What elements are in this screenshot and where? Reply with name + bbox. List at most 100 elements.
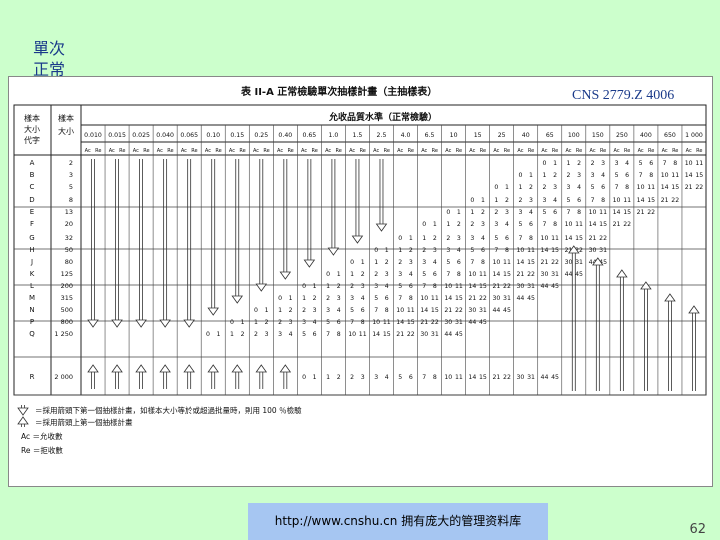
re-value: 15 [695, 172, 703, 179]
ac-value: 2 [542, 184, 546, 191]
ac-value: 7 [470, 259, 474, 266]
re-value: 8 [433, 283, 437, 290]
ac-value: 5 [494, 235, 498, 242]
ac-value: 7 [398, 295, 402, 302]
re-value: 1 [481, 197, 485, 204]
aql-value-label: 1.0 [328, 132, 338, 139]
row-size-label: 50 [65, 246, 73, 254]
ac-value: 44 [516, 295, 524, 302]
up-arrow-head [279, 364, 292, 373]
row-code-label: B [30, 171, 35, 179]
ac-value: 3 [278, 331, 282, 338]
ac-value: 0 [542, 160, 546, 167]
ac-value: 14 [565, 235, 573, 242]
footer-link[interactable]: http://www.cnshu.cn 拥有庞大的管理资料库 [248, 503, 548, 540]
row-code-label: J [30, 258, 33, 266]
re-value: 1 [265, 307, 269, 314]
aql-value-label: 400 [640, 132, 652, 139]
row-code-label: R [30, 373, 35, 381]
re-value: 15 [479, 374, 487, 381]
table-arrows [17, 159, 700, 427]
table-caption: 表 II-A 正常檢驗單次抽樣計畫（主抽樣表） [240, 85, 437, 98]
ac-value: 14 [492, 271, 500, 278]
row-code-label: C [30, 183, 35, 191]
ac-value: 3 [374, 283, 378, 290]
re-value: 15 [647, 197, 655, 204]
re-label: Re [672, 148, 678, 154]
re-value: 2 [289, 307, 293, 314]
up-arrow-head [640, 281, 652, 290]
ac-value: 30 [516, 374, 524, 381]
re-value: 1 [433, 221, 437, 228]
ac-value: 10 [516, 247, 524, 254]
re-value: 4 [385, 283, 389, 290]
ac-value: 2 [518, 197, 522, 204]
ac-value: 2 [494, 209, 498, 216]
ac-value: 1 [350, 271, 354, 278]
re-label: Re [624, 148, 630, 154]
re-label: Re [191, 148, 197, 154]
ac-value: 10 [492, 259, 500, 266]
ac-value: 10 [661, 172, 669, 179]
row-size-label: 500 [61, 306, 73, 314]
ac-value: 21 [444, 307, 452, 314]
re-label: Re [95, 148, 101, 154]
ac-value: 21 [516, 271, 524, 278]
re-value: 22 [623, 221, 631, 228]
re-value: 2 [529, 184, 533, 191]
re-value: 11 [647, 184, 655, 191]
re-value: 15 [551, 247, 559, 254]
ac-value: 7 [422, 283, 426, 290]
ac-label: Ac [565, 148, 571, 154]
re-value: 8 [361, 319, 365, 326]
re-value: 22 [695, 184, 703, 191]
ac-value: 0 [230, 319, 234, 326]
ac-value: 1 [567, 160, 571, 167]
ac-value: 1 [254, 319, 258, 326]
ac-label: Ac [205, 148, 211, 154]
ac-value: 21 [661, 197, 669, 204]
ac-value: 2 [567, 172, 571, 179]
row-code-label: K [30, 270, 35, 278]
re-value: 1 [553, 160, 557, 167]
ac-value: 5 [398, 283, 402, 290]
ac-value: 2 [446, 235, 450, 242]
row-size-label: 3 [69, 171, 73, 179]
ac-value: 7 [639, 172, 643, 179]
ac-value: 2 [422, 247, 426, 254]
aql-value-label: 0.65 [302, 132, 316, 139]
re-value: 4 [481, 235, 485, 242]
ac-value: 10 [444, 283, 452, 290]
ac-label: Ac [181, 148, 187, 154]
re-label: Re [576, 148, 582, 154]
ac-value: 21 [420, 319, 428, 326]
re-value: 15 [599, 221, 607, 228]
ac-label: Ac [397, 148, 403, 154]
ac-value: 0 [518, 172, 522, 179]
ac-value: 21 [613, 221, 621, 228]
row-size-label: 13 [65, 208, 73, 216]
ac-value: 5 [567, 197, 571, 204]
re-value: 31 [575, 259, 583, 266]
re-value: 11 [623, 197, 631, 204]
ac-label: Ac [686, 148, 692, 154]
re-value: 2 [433, 235, 437, 242]
re-value: 3 [481, 221, 485, 228]
down-arrow-head [111, 319, 123, 328]
re-value: 4 [601, 172, 605, 179]
ac-value: 0 [470, 197, 474, 204]
re-value: 6 [577, 197, 581, 204]
ac-label: Ac [445, 148, 451, 154]
ac-value: 5 [542, 209, 546, 216]
ac-label: Ac [133, 148, 139, 154]
aql-value-label: 2.5 [377, 132, 387, 139]
re-label: Re [167, 148, 173, 154]
ac-value: 7 [591, 197, 595, 204]
re-value: 4 [553, 197, 557, 204]
aql-value-label: 0.25 [254, 132, 268, 139]
re-value: 2 [457, 221, 461, 228]
re-value: 3 [361, 283, 365, 290]
row-code-label: G [29, 234, 34, 242]
re-value: 1 [313, 283, 317, 290]
re-label: Re [215, 148, 221, 154]
